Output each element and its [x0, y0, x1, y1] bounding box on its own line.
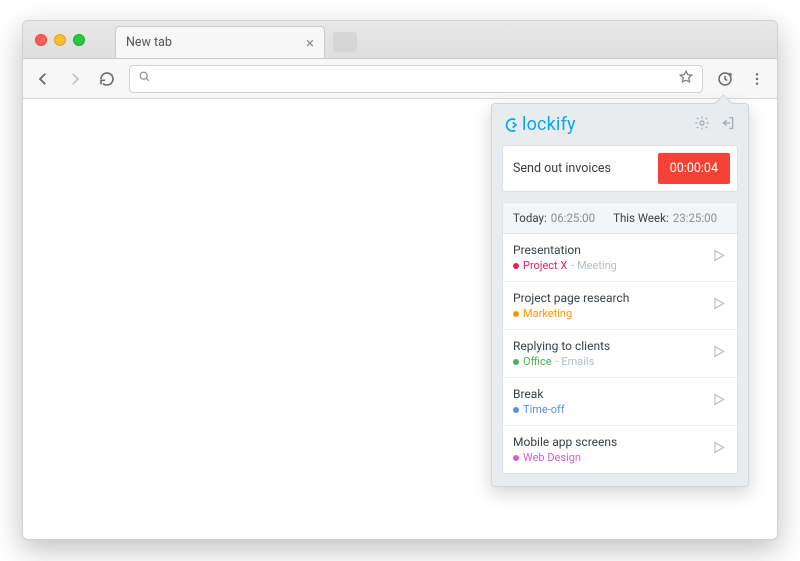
clockify-logo: lockify — [504, 114, 576, 135]
browser-menu-button[interactable] — [747, 71, 767, 87]
page-content: lockify Send out invoices 00:00:04 Today… — [23, 99, 777, 539]
play-button[interactable] — [710, 343, 727, 364]
time-entry[interactable]: Break Time-off — [503, 377, 737, 425]
entry-title: Break — [513, 387, 710, 401]
today-label: Today: — [513, 211, 547, 225]
browser-tab[interactable]: New tab × — [115, 26, 325, 58]
entries-list: Presentation Project X Meeting Project page… — [502, 234, 738, 474]
entry-meta: Time-off — [513, 403, 710, 416]
tab-title: New tab — [126, 35, 306, 50]
time-entry[interactable]: Replying to clients Office Emails — [503, 329, 737, 377]
task-name: Emails — [556, 355, 595, 368]
clockify-popup: lockify Send out invoices 00:00:04 Today… — [491, 103, 749, 487]
project-dot-icon — [513, 311, 519, 317]
browser-window: New tab × — [22, 20, 778, 540]
back-button[interactable] — [33, 70, 53, 88]
close-window-button[interactable] — [35, 34, 47, 46]
popup-header: lockify — [492, 104, 748, 145]
maximize-window-button[interactable] — [73, 34, 85, 46]
entry-meta: Project X Meeting — [513, 259, 710, 272]
project-dot-icon — [513, 263, 519, 269]
project-name: Time-off — [523, 403, 565, 416]
current-entry-label[interactable]: Send out invoices — [513, 161, 658, 176]
entry-title: Replying to clients — [513, 339, 710, 353]
play-button[interactable] — [710, 247, 727, 268]
entry-main: Replying to clients Office Emails — [513, 339, 710, 368]
logout-button[interactable] — [720, 115, 736, 135]
bookmark-star-icon[interactable] — [678, 69, 694, 89]
stop-timer-button[interactable]: 00:00:04 — [658, 153, 730, 184]
forward-button[interactable] — [65, 70, 85, 88]
current-timer-row: Send out invoices 00:00:04 — [502, 145, 738, 192]
entry-meta: Web Design — [513, 451, 710, 464]
today-value: 06:25:00 — [551, 211, 595, 225]
play-button[interactable] — [710, 391, 727, 412]
play-button[interactable] — [710, 295, 727, 316]
settings-button[interactable] — [694, 115, 710, 135]
address-input[interactable] — [159, 71, 670, 86]
toolbar — [23, 59, 777, 99]
time-entry[interactable]: Mobile app screens Web Design — [503, 425, 737, 473]
project-dot-icon — [513, 455, 519, 461]
time-entry[interactable]: Project page research Marketing — [503, 281, 737, 329]
tab-close-button[interactable]: × — [306, 34, 314, 52]
task-name: Meeting — [571, 259, 617, 272]
entry-main: Mobile app screens Web Design — [513, 435, 710, 464]
play-button[interactable] — [710, 439, 727, 460]
address-bar[interactable] — [129, 65, 703, 93]
entry-title: Mobile app screens — [513, 435, 710, 449]
entry-main: Presentation Project X Meeting — [513, 243, 710, 272]
entry-main: Break Time-off — [513, 387, 710, 416]
entry-meta: Marketing — [513, 307, 710, 320]
project-dot-icon — [513, 407, 519, 413]
search-icon — [138, 70, 151, 87]
reload-button[interactable] — [97, 71, 117, 87]
week-value: 23:25:00 — [673, 211, 717, 225]
project-name: Office — [523, 355, 552, 368]
time-entry[interactable]: Presentation Project X Meeting — [503, 234, 737, 281]
minimize-window-button[interactable] — [54, 34, 66, 46]
clockify-extension-icon[interactable] — [715, 70, 735, 88]
entry-main: Project page research Marketing — [513, 291, 710, 320]
entry-title: Project page research — [513, 291, 710, 305]
window-controls — [35, 34, 85, 46]
entry-title: Presentation — [513, 243, 710, 257]
entry-meta: Office Emails — [513, 355, 710, 368]
project-name: Web Design — [523, 451, 581, 464]
titlebar: New tab × — [23, 21, 777, 59]
time-summary: Today: 06:25:00 This Week: 23:25:00 — [502, 202, 738, 234]
project-name: Project X — [523, 259, 567, 272]
project-name: Marketing — [523, 307, 572, 320]
week-label: This Week: — [613, 211, 669, 225]
project-dot-icon — [513, 359, 519, 365]
brand-text: lockify — [522, 114, 576, 135]
new-tab-button[interactable] — [333, 32, 357, 52]
